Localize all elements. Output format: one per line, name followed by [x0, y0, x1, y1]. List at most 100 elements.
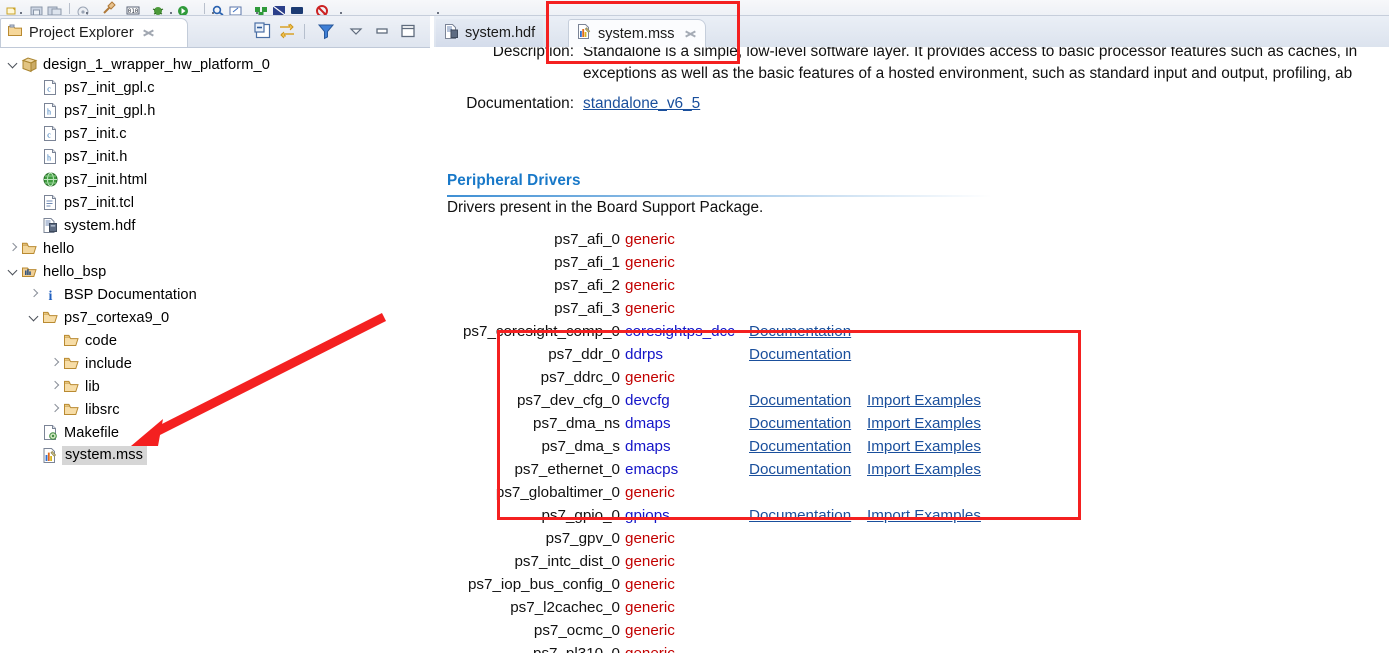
tree-item-system-hdf[interactable]: system.hdf	[0, 214, 429, 237]
tree-item-hello-bsp[interactable]: hello_bsp	[0, 260, 429, 283]
stop-icon[interactable]	[314, 0, 330, 15]
build-hammer-icon[interactable]	[100, 0, 116, 15]
save-icon[interactable]	[29, 0, 45, 15]
tree-item-label: system.mss	[62, 446, 148, 465]
run-icon[interactable]	[175, 0, 191, 15]
driver-row: ps7_pl310_0generic	[434, 642, 1389, 653]
driver-type: devcfg	[625, 392, 670, 409]
driver-import-examples-cell: Import Examples	[867, 389, 997, 412]
svg-text:i: i	[49, 289, 53, 303]
driver-documentation-cell: Documentation	[749, 320, 867, 343]
documentation-link[interactable]: Documentation	[749, 461, 851, 478]
search-icon[interactable]	[210, 0, 226, 15]
terminal-icon[interactable]	[289, 0, 305, 15]
description-row-cont: exceptions as well as the basic features…	[447, 63, 1389, 85]
tree-item-code[interactable]: code	[0, 329, 429, 352]
new-file-icon[interactable]	[4, 0, 20, 15]
description-row: Description: Standalone is a simple, low…	[447, 47, 1389, 63]
filter-icon[interactable]	[316, 21, 336, 41]
close-icon[interactable]	[142, 27, 155, 40]
documentation-link[interactable]: Documentation	[749, 415, 851, 432]
driver-type: generic	[625, 599, 675, 616]
driver-type: gpiops	[625, 507, 670, 524]
link-with-editor-icon[interactable]	[277, 21, 297, 41]
tree-item-ps7-init-gpl-h[interactable]: h ps7_init_gpl.h	[0, 99, 429, 122]
svg-text:h: h	[47, 108, 51, 117]
bug-icon[interactable]	[150, 0, 166, 15]
standalone-doc-link[interactable]: standalone_v6_5	[583, 93, 700, 115]
peripheral-drivers-subtitle: Drivers present in the Board Support Pac…	[447, 199, 764, 216]
chevron-right-icon[interactable]	[27, 283, 42, 306]
minimize-icon[interactable]	[372, 21, 392, 41]
editor-tab-system-hdf[interactable]: system.hdf	[436, 19, 544, 47]
tree-item-bsp-documentation[interactable]: i BSP Documentation	[0, 283, 429, 306]
tree-item-system-mss[interactable]: system.mss	[0, 444, 429, 467]
chevron-right-icon[interactable]	[48, 398, 63, 421]
collapse-all-icon[interactable]	[253, 21, 273, 41]
editor-tab-label: system.mss	[598, 25, 675, 42]
tree-item-libsrc[interactable]: libsrc	[0, 398, 429, 421]
tree-item-include[interactable]: include	[0, 352, 429, 375]
project-explorer-view: Project Explorer design_1_wrapper_hw_pla…	[0, 16, 430, 653]
tree-item-lib[interactable]: lib	[0, 375, 429, 398]
import-examples-link[interactable]: Import Examples	[867, 461, 981, 478]
tree-item-hello[interactable]: hello	[0, 237, 429, 260]
tree-item-ps7-init-gpl-c[interactable]: c ps7_init_gpl.c	[0, 76, 429, 99]
chevron-right-icon[interactable]	[6, 237, 21, 260]
driver-row: ps7_l2cachec_0 generic	[434, 596, 1389, 619]
xsct-console-icon[interactable]	[271, 0, 287, 15]
build-settings-icon[interactable]	[75, 0, 91, 15]
tree-item-design-1-wrapper-hw-platform-0[interactable]: design_1_wrapper_hw_platform_0	[0, 53, 429, 76]
tree-item-label: libsrc	[85, 401, 120, 418]
documentation-link[interactable]: Documentation	[749, 392, 851, 409]
tree-item-makefile[interactable]: Makefile	[0, 421, 429, 444]
tree-item-label: Makefile	[64, 424, 120, 441]
import-examples-link[interactable]: Import Examples	[867, 392, 981, 409]
import-examples-link[interactable]: Import Examples	[867, 415, 981, 432]
import-examples-link[interactable]: Import Examples	[867, 438, 981, 455]
chevron-down-icon[interactable]	[27, 306, 42, 329]
driver-instance-name: ps7_afi_3	[554, 300, 620, 317]
tree-item-ps7-cortexa9-0[interactable]: ps7_cortexa9_0	[0, 306, 429, 329]
tree-item-label: lib	[85, 378, 100, 395]
tree-item-label: ps7_init.h	[64, 148, 128, 165]
close-icon[interactable]	[684, 27, 697, 40]
project-folder-icon	[21, 240, 38, 257]
chevron-right-icon[interactable]	[48, 375, 63, 398]
tree-item-ps7-init-c[interactable]: c ps7_init.c	[0, 122, 429, 145]
project-explorer-toolbar	[249, 21, 418, 41]
folder-icon	[63, 332, 80, 349]
editor-tab-system-mss[interactable]: system.mss	[568, 19, 706, 47]
documentation-link[interactable]: Documentation	[749, 323, 851, 340]
program-fpga-icon[interactable]	[253, 0, 269, 15]
import-examples-link[interactable]: Import Examples	[867, 507, 981, 524]
chevron-down-icon[interactable]	[6, 53, 21, 76]
tree-item-ps7-init-html[interactable]: ps7_init.html	[0, 168, 429, 191]
save-all-icon[interactable]	[47, 0, 63, 15]
driver-instance-name: ps7_gpv_0	[545, 530, 620, 547]
tree-item-ps7-init-tcl[interactable]: ps7_init.tcl	[0, 191, 429, 214]
folder-icon	[63, 378, 80, 395]
binary-icon[interactable]: 010	[125, 0, 141, 15]
project-tree[interactable]: design_1_wrapper_hw_platform_0 c ps7_init_…	[0, 47, 429, 653]
driver-type: generic	[625, 530, 675, 547]
tree-item-ps7-init-h[interactable]: h ps7_init.h	[0, 145, 429, 168]
tree-item-label: include	[85, 355, 132, 372]
view-menu-icon[interactable]	[346, 21, 366, 41]
driver-row: ps7_gpv_0 generic	[434, 527, 1389, 550]
maximize-icon[interactable]	[398, 21, 418, 41]
driver-type: dmaps	[625, 415, 671, 432]
chevron-right-icon[interactable]	[48, 352, 63, 375]
chevron-down-icon[interactable]	[6, 260, 21, 283]
driver-type: generic	[625, 254, 675, 271]
documentation-link[interactable]: Documentation	[749, 507, 851, 524]
documentation-link[interactable]: Documentation	[749, 438, 851, 455]
documentation-link[interactable]: Documentation	[749, 346, 851, 363]
open-perspective-icon[interactable]	[228, 0, 244, 15]
tab-project-explorer[interactable]: Project Explorer	[0, 18, 188, 47]
